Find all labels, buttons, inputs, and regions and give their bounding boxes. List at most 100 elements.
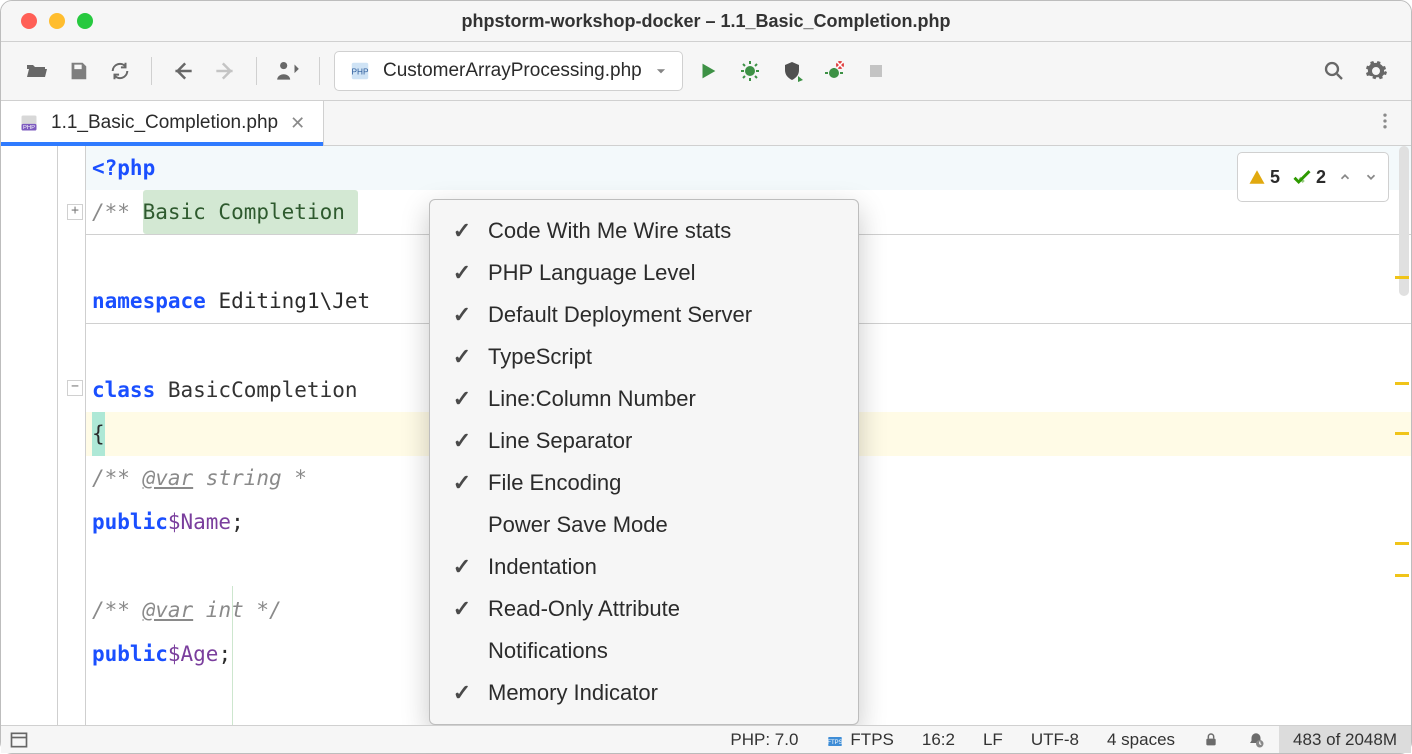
status-readonly-icon[interactable] [1189,726,1233,753]
code-token: $Name [168,500,231,544]
status-line-separator[interactable]: LF [969,726,1017,753]
code-token: ; [218,632,231,676]
menu-item[interactable]: ✓ Read-Only Attribute [430,588,858,630]
close-tab-button[interactable]: ✕ [290,113,305,134]
status-php-level[interactable]: PHP: 7.0 [716,726,812,753]
menu-item-label: Default Deployment Server [488,302,752,328]
prev-highlight-icon[interactable] [1338,170,1352,184]
check-icon: ✓ [452,218,472,244]
nav-back-button[interactable] [166,54,200,88]
svg-text:PHP: PHP [23,125,35,131]
menu-item-label: Line Separator [488,428,632,454]
coverage-button[interactable] [775,54,809,88]
code-token: string * [193,456,307,500]
warning-marker[interactable] [1395,432,1409,435]
code-token: public [92,632,168,676]
profile-button[interactable] [817,54,851,88]
open-folder-button[interactable] [19,54,53,88]
menu-item-label: TypeScript [488,344,592,370]
code-token: @var [143,456,194,500]
more-tabs-icon[interactable] [1375,111,1395,131]
code-token: $Age [168,632,219,676]
warning-marker[interactable] [1395,574,1409,577]
code-token: BasicCompletion [168,368,358,412]
inspection-widget[interactable]: 5 2 [1237,152,1389,202]
status-caret-position[interactable]: 16:2 [908,726,969,753]
nav-forward-button[interactable] [208,54,242,88]
warning-marker[interactable] [1395,382,1409,385]
toolbar-separator [256,57,257,85]
minimize-window-button[interactable] [49,13,65,29]
menu-item[interactable]: Power Save Mode [430,504,858,546]
check-icon: ✓ [452,428,472,454]
check-icon: ✓ [452,386,472,412]
menu-item-label: PHP Language Level [488,260,696,286]
sync-button[interactable] [103,54,137,88]
status-memory[interactable]: 483 of 2048M [1279,726,1411,753]
menu-item[interactable]: ✓ Line:Column Number [430,378,858,420]
code-with-me-button[interactable] [271,54,305,88]
code-token: namespace [92,279,218,323]
menu-item-label: Indentation [488,554,597,580]
check-icon: ✓ [452,344,472,370]
status-indent[interactable]: 4 spaces [1093,726,1189,753]
menu-item[interactable]: ✓Indentation [430,546,858,588]
chevron-down-icon [654,64,668,78]
warning-marker[interactable] [1395,276,1409,279]
menu-item-label: Code With Me Wire stats [488,218,731,244]
gutter[interactable] [1,146,86,729]
code-token: /** [92,456,143,500]
zoom-window-button[interactable] [77,13,93,29]
debug-button[interactable] [733,54,767,88]
code-token: @var [143,588,194,632]
status-notifications-icon[interactable] [1233,726,1279,753]
check-icon: ✓ [452,302,472,328]
toolbar-separator [151,57,152,85]
run-button[interactable] [691,54,725,88]
fold-expand-icon[interactable] [67,204,83,220]
window-title: phpstorm-workshop-docker – 1.1_Basic_Com… [461,11,950,32]
stop-button[interactable] [859,54,893,88]
run-configuration-select[interactable]: PHP CustomerArrayProcessing.php [334,51,683,91]
menu-item[interactable]: ✓ Code With Me Wire stats [430,210,858,252]
next-highlight-icon[interactable] [1364,170,1378,184]
tool-window-quick-access-icon[interactable] [9,730,29,750]
menu-item-label: Memory Indicator [488,680,658,706]
warning-count: 5 [1248,155,1280,199]
marker-bar[interactable] [1393,146,1411,729]
status-deployment[interactable]: FTPS FTPS [812,726,907,753]
php-file-icon: PHP [19,113,39,133]
editor-tabs: PHP 1.1_Basic_Completion.php ✕ [1,101,1411,146]
code-token: Basic Completion [143,190,358,234]
toolbar-separator [319,57,320,85]
search-icon[interactable] [1317,54,1351,88]
scrollbar-thumb[interactable] [1399,146,1409,296]
menu-item[interactable]: ✓ Line Separator [430,420,858,462]
menu-item[interactable]: ✓ TypeScript [430,336,858,378]
menu-item[interactable]: ✓File Encoding [430,462,858,504]
code-token: class [92,368,168,412]
editor-tab-label: 1.1_Basic_Completion.php [51,112,278,134]
code-token: int */ [193,588,282,632]
menu-item[interactable]: ✓Memory Indicator [430,672,858,714]
warning-marker[interactable] [1395,542,1409,545]
check-icon: ✓ [452,260,472,286]
settings-gear-icon[interactable] [1359,54,1393,88]
menu-item[interactable]: Notifications [430,630,858,672]
save-button[interactable] [61,54,95,88]
menu-item-label: Line:Column Number [488,386,696,412]
code-token: /** [92,190,143,234]
status-bar: PHP: 7.0 FTPS FTPS 16:2 LF UTF-8 4 space… [1,725,1411,753]
fold-collapse-icon[interactable] [67,380,83,396]
check-icon: ✓ [452,596,472,622]
close-window-button[interactable] [21,13,37,29]
menu-item-label: Read-Only Attribute [488,596,680,622]
menu-item[interactable]: ✓ Default Deployment Server [430,294,858,336]
menu-item[interactable]: ✓ PHP Language Level [430,252,858,294]
editor-tab[interactable]: PHP 1.1_Basic_Completion.php ✕ [1,101,324,145]
svg-text:PHP: PHP [352,68,369,77]
statusbar-context-menu[interactable]: ✓ Code With Me Wire stats ✓ PHP Language Le… [429,199,859,725]
code-token: /** [92,588,143,632]
status-encoding[interactable]: UTF-8 [1017,726,1093,753]
ok-count: 2 [1292,155,1326,199]
